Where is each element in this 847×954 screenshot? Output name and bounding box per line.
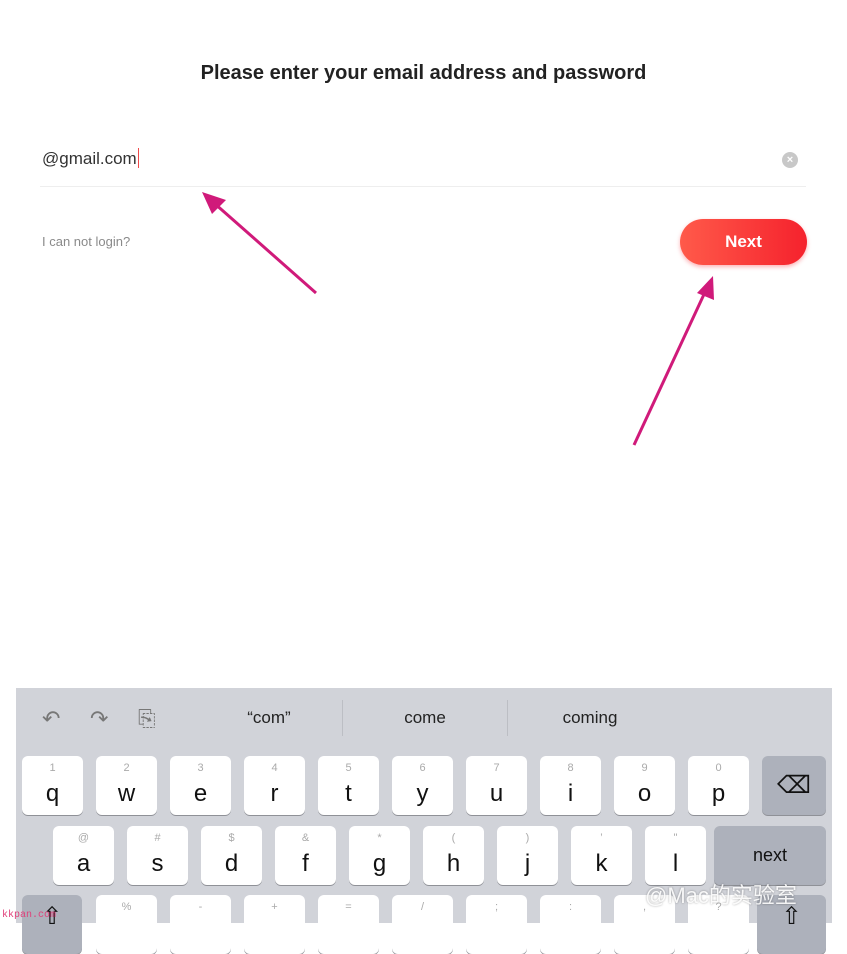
key-char: s <box>151 850 164 877</box>
key-char: y <box>416 780 429 807</box>
shift-key-left[interactable]: ⇧ <box>22 895 82 954</box>
key-char: h <box>446 850 461 877</box>
undo-icon[interactable]: ↶ <box>42 706 60 732</box>
key-hint: ) <box>525 832 530 844</box>
key-symbol[interactable]: = <box>318 895 379 954</box>
key-i[interactable]: 8i <box>540 756 601 815</box>
key-hint: ( <box>451 832 456 844</box>
key-y[interactable]: 6y <box>392 756 453 815</box>
key-h[interactable]: (h <box>423 826 484 885</box>
key-hint: 7 <box>493 762 500 774</box>
watermark: @Mac的实验室 <box>645 883 797 908</box>
arrow-to-email <box>213 201 317 295</box>
key-j[interactable]: ) j <box>497 826 558 885</box>
next-key[interactable]: next <box>714 826 826 885</box>
key-hint: % <box>121 901 132 913</box>
key-hint: $ <box>228 832 235 844</box>
key-char: d <box>224 850 239 877</box>
key-char: q <box>45 780 60 807</box>
arrow-head-next <box>697 276 714 300</box>
key-char: k <box>595 850 608 877</box>
key-a[interactable]: @ a <box>53 826 114 885</box>
key-symbol[interactable]: % <box>96 895 157 954</box>
key-hint: # <box>154 832 161 844</box>
key-symbol[interactable]: ; <box>466 895 527 954</box>
key-char: g <box>372 850 387 877</box>
key-hint: 0 <box>715 762 722 774</box>
key-hint: 6 <box>419 762 426 774</box>
key-char: u <box>489 780 504 807</box>
suggestion-2[interactable]: come <box>343 688 507 748</box>
key-char: i <box>567 780 574 807</box>
key-char: j <box>524 850 531 877</box>
key-r[interactable]: 4r <box>244 756 305 815</box>
key-char: f <box>302 850 309 877</box>
paste-icon[interactable]: ⎘ <box>138 706 156 732</box>
key-hint: ’ <box>600 832 603 844</box>
key-char: p <box>711 780 726 807</box>
key-symbol[interactable]: - <box>170 895 231 954</box>
arrow-to-next <box>632 289 708 446</box>
key-s[interactable]: # s <box>127 826 188 885</box>
key-o[interactable]: 9o <box>614 756 675 815</box>
key-char: t <box>345 780 352 807</box>
key-hint: - <box>198 901 203 913</box>
key-hint: & <box>301 832 310 844</box>
key-hint: 5 <box>345 762 352 774</box>
key-hint: * <box>377 832 382 844</box>
key-e[interactable]: 3e <box>170 756 231 815</box>
key-hint: / <box>420 901 425 913</box>
key-char: o <box>637 780 652 807</box>
key-k[interactable]: ’ k <box>571 826 632 885</box>
key-u[interactable]: 7u <box>466 756 527 815</box>
key-symbol[interactable]: / <box>392 895 453 954</box>
suggestion-3[interactable]: coming <box>508 688 672 748</box>
key-w[interactable]: 2w <box>96 756 157 815</box>
key-hint: + <box>271 901 278 913</box>
key-g[interactable]: * g <box>349 826 410 885</box>
key-l[interactable]: " l <box>645 826 706 885</box>
site-watermark: kkpan.com <box>2 910 57 921</box>
key-f[interactable]: & f <box>275 826 336 885</box>
delete-key[interactable]: ⌫ <box>762 756 826 815</box>
key-hint: 3 <box>197 762 204 774</box>
key-char: a <box>76 850 91 877</box>
key-char: l <box>672 850 679 877</box>
key-hint: @ <box>77 832 90 844</box>
suggestion-1[interactable]: “com” <box>196 688 342 748</box>
key-q[interactable]: 1q <box>22 756 83 815</box>
key-hint: " <box>673 832 678 844</box>
key-d[interactable]: $ d <box>201 826 262 885</box>
key-hint: 4 <box>271 762 278 774</box>
key-symbol[interactable]: : <box>540 895 601 954</box>
key-hint: : <box>568 901 573 913</box>
key-hint: 8 <box>567 762 574 774</box>
key-hint: ; <box>494 901 499 913</box>
key-char: w <box>117 780 136 807</box>
key-hint: 2 <box>123 762 130 774</box>
key-hint: 1 <box>49 762 56 774</box>
key-hint: 9 <box>641 762 648 774</box>
key-char: e <box>193 780 208 807</box>
key-char: r <box>270 780 279 807</box>
key-symbol[interactable]: + <box>244 895 305 954</box>
redo-icon[interactable]: ↷ <box>90 706 108 732</box>
key-hint: = <box>345 901 352 913</box>
key-p[interactable]: 0p <box>688 756 749 815</box>
key-t[interactable]: 5t <box>318 756 379 815</box>
